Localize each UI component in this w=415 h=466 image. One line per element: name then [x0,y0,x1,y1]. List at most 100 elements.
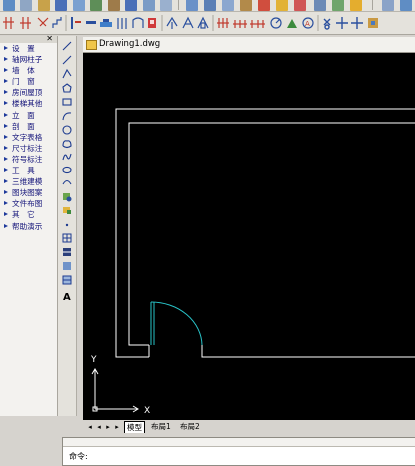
drawing-file-icon [86,40,97,50]
cross-icon[interactable] [351,17,363,29]
point-icon[interactable] [65,223,69,227]
symbol-icon[interactable] [323,18,331,30]
stair-icon[interactable] [52,17,62,28]
font-icon[interactable] [160,0,172,11]
arrow-icon [4,123,8,128]
menu-item-wall[interactable]: 墙 体 [0,65,57,76]
roof-icon[interactable] [166,16,178,29]
door-icon[interactable] [117,18,127,29]
circle-dim-icon[interactable] [270,17,282,29]
menu-item-tools[interactable]: 工 具 [0,165,57,176]
close-icon[interactable]: ✕ [46,34,53,43]
column-tool-icon[interactable] [71,17,81,29]
menu-item-stair-other[interactable]: 楼梯其他 [0,98,57,109]
tab-layout2[interactable]: 布局2 [178,421,202,432]
ellipse-icon[interactable] [62,166,72,174]
table-icon[interactable] [186,0,198,11]
tab-model[interactable]: 模型 [124,421,145,433]
menu-item-other[interactable]: 其 它 [0,209,57,220]
arrow-icon [4,179,8,184]
menu-item-door-window[interactable]: 门 窗 [0,76,57,87]
ramp-icon[interactable] [182,16,194,29]
grid-icon[interactable] [55,0,67,11]
model-space-canvas[interactable]: Y X [83,52,415,420]
frame-icon[interactable] [314,0,326,11]
command-window[interactable]: 命令: [62,437,415,466]
menu-item-axis-column[interactable]: 轴网柱子 [0,54,57,65]
table-tool-icon[interactable] [62,275,72,285]
beam-icon[interactable] [86,21,96,24]
axis-icon[interactable] [3,17,14,29]
wall-icon[interactable] [37,17,49,27]
image-icon[interactable] [143,0,155,11]
ellipse-arc-icon[interactable] [62,179,72,185]
arc-icon[interactable] [62,112,72,121]
palette-icon[interactable] [400,0,412,11]
gradient-icon[interactable] [63,248,71,256]
room-icon[interactable] [148,18,156,28]
elevator-icon[interactable] [197,16,209,29]
layer-icon[interactable] [38,0,50,11]
drawing-title-bar[interactable]: Drawing1.dwg [83,37,415,53]
menu-item-section[interactable]: 剖 面 [0,121,57,132]
polygon-icon[interactable] [62,83,72,93]
block-icon[interactable] [204,0,216,11]
prev-tab-icon[interactable]: ◂ [95,423,103,431]
text-icon[interactable] [125,0,137,11]
polyline-icon[interactable] [62,68,72,79]
brush-icon[interactable] [350,0,362,11]
region-icon[interactable] [63,262,71,270]
menu-item-text-table[interactable]: 文字表格 [0,132,57,143]
drawing-window[interactable]: Drawing1.dwg Y X ◂ ◂ ▸ ▸ 模型 布局1 布局2 [83,37,415,435]
chart-icon[interactable] [222,0,234,11]
menu-item-dimension[interactable]: 尺寸标注 [0,143,57,154]
spline-icon[interactable] [62,153,72,161]
match-icon[interactable] [90,0,102,11]
insert-block-icon[interactable] [63,193,72,202]
window-icon[interactable] [332,0,344,11]
hatch-icon[interactable] [294,0,306,11]
menu-item-settings[interactable]: 设 置 [0,43,57,54]
line-icon[interactable] [62,41,72,51]
index-mark-icon[interactable]: A [302,17,314,29]
revcloud-icon[interactable] [62,140,72,149]
elevation-mark-icon[interactable] [287,19,297,28]
next-tab-icon[interactable]: ▸ [104,423,112,431]
dim-linear-icon[interactable] [217,18,229,28]
window-tool-icon[interactable] [132,17,144,28]
menu-item-label: 尺寸标注 [12,143,43,153]
last-tab-icon[interactable]: ▸ [113,423,121,431]
first-tab-icon[interactable]: ◂ [86,423,94,431]
menu-item-elevation[interactable]: 立 面 [0,110,57,121]
dim-chain-icon[interactable] [233,20,247,28]
copy-icon[interactable] [73,0,85,11]
paint-icon[interactable] [258,0,270,11]
pencil-icon[interactable] [276,0,288,11]
pan-icon[interactable] [108,0,120,11]
properties-icon[interactable] [382,0,394,11]
menu-item-room-roof[interactable]: 房间屋顶 [0,87,57,98]
menu-item-block-hatch[interactable]: 图块图案 [0,187,57,198]
command-prompt[interactable]: 命令: [69,451,88,462]
hatch-tool-icon[interactable] [62,233,72,243]
save-icon[interactable] [3,0,15,11]
make-block-icon[interactable] [63,207,71,214]
menu-item-3d-model[interactable]: 三维建模 [0,176,57,187]
rectangle-icon[interactable] [62,98,72,106]
circle-icon[interactable] [62,125,72,135]
zoom-icon[interactable] [20,0,32,11]
slab-icon[interactable] [100,19,112,27]
ucs-x-label: X [144,406,150,416]
dim-arc-icon[interactable] [250,20,265,28]
menu-grip[interactable]: ✕ [0,34,57,43]
construction-line-icon[interactable] [62,55,72,65]
block-insert-icon[interactable] [368,18,378,28]
menu-item-help-demo[interactable]: 帮助演示 [0,221,57,232]
home-icon[interactable] [240,0,252,11]
menu-item-file-layout[interactable]: 文件布图 [0,198,57,209]
move-icon[interactable] [336,17,348,29]
column-icon[interactable] [20,17,31,29]
mtext-icon[interactable]: A [63,292,71,303]
tab-layout1[interactable]: 布局1 [149,421,173,432]
menu-item-symbol[interactable]: 符号标注 [0,154,57,165]
